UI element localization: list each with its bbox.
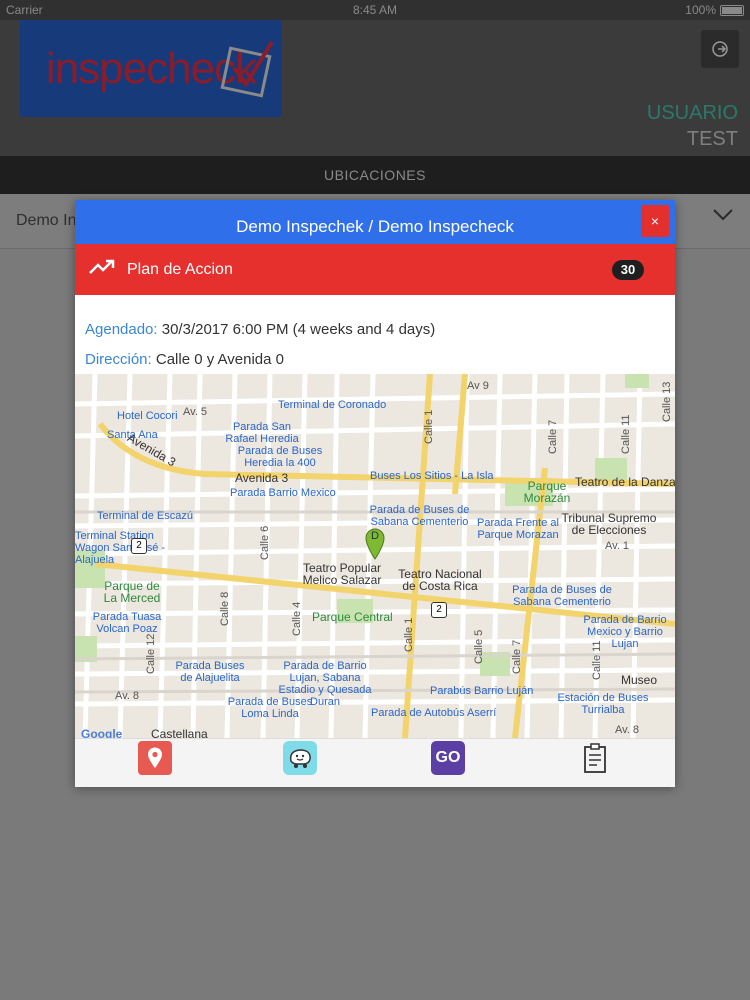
action-plan-label: Plan de Accion — [127, 261, 233, 278]
route-shield: 2 — [131, 538, 147, 554]
battery-status: 100% — [685, 3, 744, 17]
scheduled-label: Agendado: — [85, 321, 158, 338]
map-label: Av. 8 — [115, 690, 140, 702]
map-label: Terminal de Escazú — [97, 510, 193, 522]
map-label: Calle 1 — [403, 617, 415, 652]
scheduled-row: Agendado: 30/3/2017 6:00 PM (4 weeks and… — [85, 321, 435, 338]
map-label: Parada de Buses de Sabana Cementerio — [512, 584, 612, 608]
map-label: Av. 1 — [605, 540, 630, 552]
map-label: Hotel Cocori — [117, 410, 178, 422]
open-waze-button[interactable] — [283, 741, 317, 775]
address-value: Calle 0 y Avenida 0 — [155, 351, 285, 368]
address-label: Dirección: — [85, 351, 152, 368]
logout-button[interactable] — [701, 30, 739, 68]
close-button[interactable]: × — [641, 205, 669, 237]
map-label: Castellana — [151, 727, 208, 738]
user-label: USUARIO — [646, 102, 738, 124]
map-label: Museo — [621, 673, 658, 687]
map-label: Parada de Autobús Aserrí — [371, 707, 497, 719]
map-label: Calle 4 — [291, 601, 303, 636]
map-label: Av. 5 — [183, 406, 208, 418]
map-label: Av 9 — [467, 380, 489, 392]
map-label: Parque Morazán — [523, 479, 571, 505]
route-shield: 2 — [431, 602, 447, 618]
map-label: Parada Buses de Alajuelita — [175, 660, 245, 684]
logo-check-icon — [220, 40, 274, 98]
map-label: Parada San Rafael Heredia — [225, 421, 299, 445]
map-label: Avenida 3 — [235, 471, 289, 485]
location-modal: Demo Inspechek / Demo Inspecheck × Plan … — [75, 200, 675, 787]
logout-icon — [712, 41, 728, 57]
app-logo: inspecheck — [20, 20, 282, 117]
map-label: Teatro de la Danza — [575, 475, 675, 489]
map-label: Tribunal Supremo de Elecciones — [561, 511, 657, 537]
modal-actions: GO — [75, 738, 675, 787]
map-label: Calle 13 — [661, 381, 673, 422]
map-label: Calle 6 — [259, 525, 271, 560]
map-label: Av. 8 — [615, 724, 640, 736]
map-label: Parada Frente al Parque Morazan — [477, 517, 559, 541]
map-label: Parada Tuasa Volcan Poaz — [92, 611, 162, 635]
open-report-button[interactable] — [578, 741, 612, 775]
trending-up-icon — [89, 259, 115, 274]
map-label: Parabús Barrio Luján — [430, 685, 534, 697]
map-label: Estación de Buses Turrialba — [557, 692, 649, 716]
map-label: Calle 7 — [511, 639, 523, 674]
open-maps-button[interactable] — [138, 741, 172, 775]
status-bar: Carrier 8:45 AM 100% — [0, 0, 750, 20]
google-attribution[interactable]: Google — [81, 728, 122, 738]
action-plan-bar[interactable]: Plan de Accion 30 — [75, 244, 675, 295]
map-label: Parada de Barrio Mexico y Barrio Lujan — [583, 614, 667, 650]
user-name: TEST — [686, 128, 738, 150]
map-label: Teatro Popular Melico Salazar — [302, 561, 382, 587]
map-label: Calle 12 — [145, 633, 157, 674]
location-selector-value: Demo In — [16, 212, 77, 229]
map-label: Calle 5 — [473, 629, 485, 664]
section-title: UBICACIONES — [0, 156, 750, 194]
map-label: Calle 1 — [423, 409, 435, 444]
scheduled-value: 30/3/2017 6:00 PM (4 weeks and 4 days) — [161, 321, 436, 338]
map-label: Parada Barrio Mexico — [230, 487, 336, 499]
location-map[interactable]: Av 9 Av. 5 Hotel Cocori Santa Ana Termin… — [75, 374, 675, 738]
map-label: Parque Central — [312, 610, 393, 624]
open-go-button[interactable]: GO — [431, 741, 465, 775]
map-label: Buses Los Sitios - La Isla — [370, 470, 494, 482]
map-label: Calle 11 — [591, 640, 603, 680]
app-header: inspecheck USUARIO TEST — [0, 20, 750, 156]
address-row: Dirección: Calle 0 y Avenida 0 — [85, 351, 284, 368]
action-plan-count-badge: 30 — [612, 260, 644, 280]
map-label: Terminal de Coronado — [278, 399, 387, 411]
chevron-down-icon — [713, 209, 733, 221]
modal-header: Demo Inspechek / Demo Inspecheck × — [75, 200, 675, 244]
map-label: Terminal Station Wagon San José - Alajue… — [75, 530, 166, 566]
marker-letter: D — [371, 530, 379, 542]
map-label: Parada de Buses Heredia la 400 — [237, 445, 323, 469]
map-label: Parada de Buses de Sabana Cementerio — [369, 504, 470, 528]
battery-percent: 100% — [685, 3, 716, 17]
clipboard-icon — [584, 743, 606, 773]
status-time: 8:45 AM — [352, 3, 398, 17]
map-label: Teatro Nacional de Costa Rica — [398, 567, 482, 593]
map-pin-icon — [148, 747, 162, 768]
map-label: Parque de La Merced — [103, 579, 161, 605]
map-label: Parada de Buses Loma Linda — [227, 696, 313, 720]
map-label: Calle 8 — [219, 591, 231, 626]
map-label: Calle 11 — [620, 414, 632, 454]
waze-icon — [289, 749, 311, 768]
map-label: Calle 7 — [547, 419, 559, 454]
battery-icon — [720, 4, 744, 16]
